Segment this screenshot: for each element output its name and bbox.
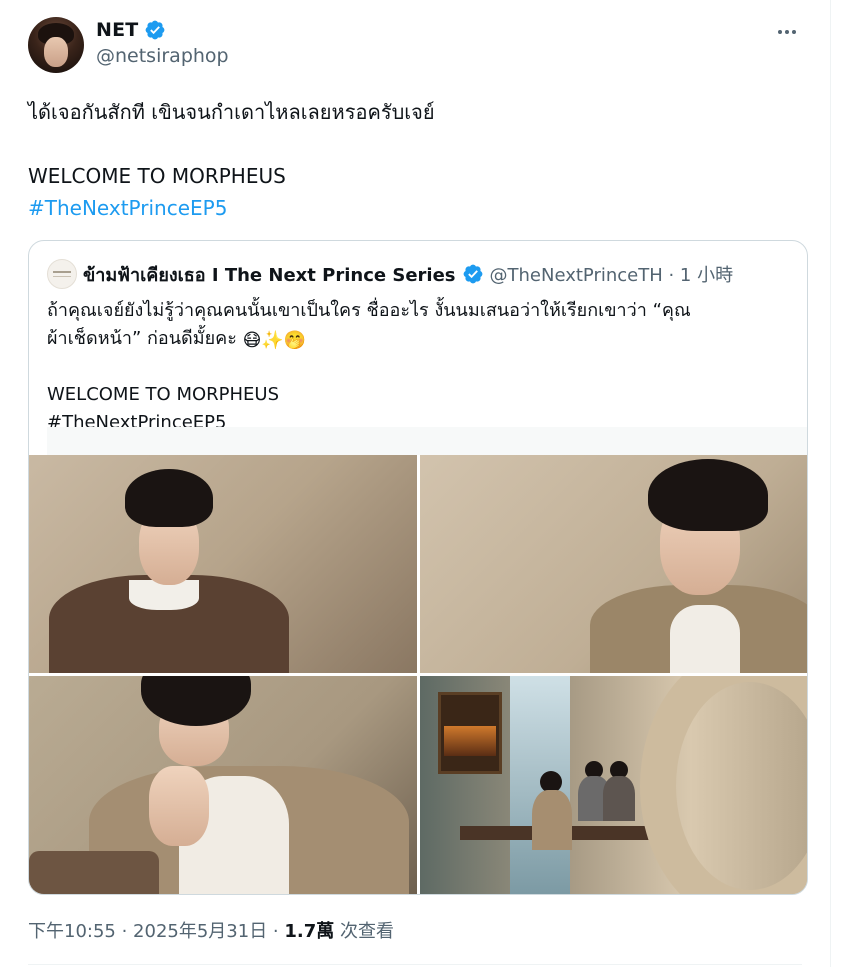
tweet-hashtag[interactable]: #TheNextPrinceEP5 bbox=[28, 192, 802, 224]
quoted-line: ผ้าเช็ดหน้า” ก่อนดีมั้ยคะ bbox=[47, 328, 237, 349]
quoted-line: ถ้าคุณเจย์ยังไม่รู้ว่าคุณคนนั้นเขาเป็นใค… bbox=[47, 300, 691, 321]
tweet-header: NET @netsiraphop bbox=[28, 14, 802, 74]
media-photo[interactable] bbox=[420, 676, 807, 894]
face-with-hand-over-mouth-emoji: 🤭 bbox=[283, 330, 307, 351]
views-count: 1.7萬 bbox=[284, 921, 335, 942]
quoted-tweet-header: ข้ามฟ้าเคียงเธอ I The Next Prince Series… bbox=[47, 259, 791, 289]
tweet-body: ได้เจอกันสักที เขินจนกำเดาไหลเลยหรอครับเ… bbox=[28, 96, 802, 224]
quoted-author-avatar[interactable] bbox=[47, 259, 77, 289]
quoted-line: WELCOME TO MORPHEUS bbox=[47, 384, 280, 405]
verified-badge-icon bbox=[146, 20, 165, 40]
column-border bbox=[830, 0, 831, 967]
author-avatar[interactable] bbox=[28, 17, 84, 73]
tweet-line: ได้เจอกันสักที เขินจนกำเดาไหลเลยหรอครับเ… bbox=[28, 100, 435, 124]
quoted-author-name: ข้ามฟ้าเคียงเธอ I The Next Prince Series bbox=[83, 264, 456, 286]
author-display-name[interactable]: NET bbox=[96, 19, 138, 41]
author-handle[interactable]: @netsiraphop bbox=[96, 45, 229, 67]
verified-badge-icon bbox=[463, 264, 482, 284]
media-photo[interactable] bbox=[29, 676, 417, 894]
author-name-block: NET @netsiraphop bbox=[96, 19, 229, 67]
tweet-line: WELCOME TO MORPHEUS bbox=[28, 164, 286, 188]
tweet-meta: 下午10:55 · 2025年5月31日 · 1.7萬 次查看 bbox=[28, 917, 394, 943]
media-photo[interactable] bbox=[29, 455, 417, 673]
media-grid bbox=[29, 455, 807, 894]
views-label: 次查看 bbox=[334, 921, 394, 942]
face-with-mask-emoji: 😷 bbox=[242, 330, 262, 351]
quoted-tweet-body: ถ้าคุณเจย์ยังไม่รู้ว่าคุณคนนั้นเขาเป็นใค… bbox=[47, 297, 789, 437]
more-options-icon[interactable] bbox=[772, 22, 802, 42]
divider bbox=[28, 964, 802, 965]
quoted-tweet-card[interactable]: ข้ามฟ้าเคียงเธอ I The Next Prince Series… bbox=[28, 240, 808, 895]
quoted-text-fade bbox=[47, 427, 807, 455]
quoted-author-handle-time: @TheNextPrinceTH · 1 小時 bbox=[489, 265, 734, 286]
media-photo[interactable] bbox=[420, 455, 807, 673]
sparkles-emoji: ✨ bbox=[261, 330, 284, 351]
tweet-timestamp[interactable]: 下午10:55 · 2025年5月31日 · bbox=[28, 921, 284, 942]
